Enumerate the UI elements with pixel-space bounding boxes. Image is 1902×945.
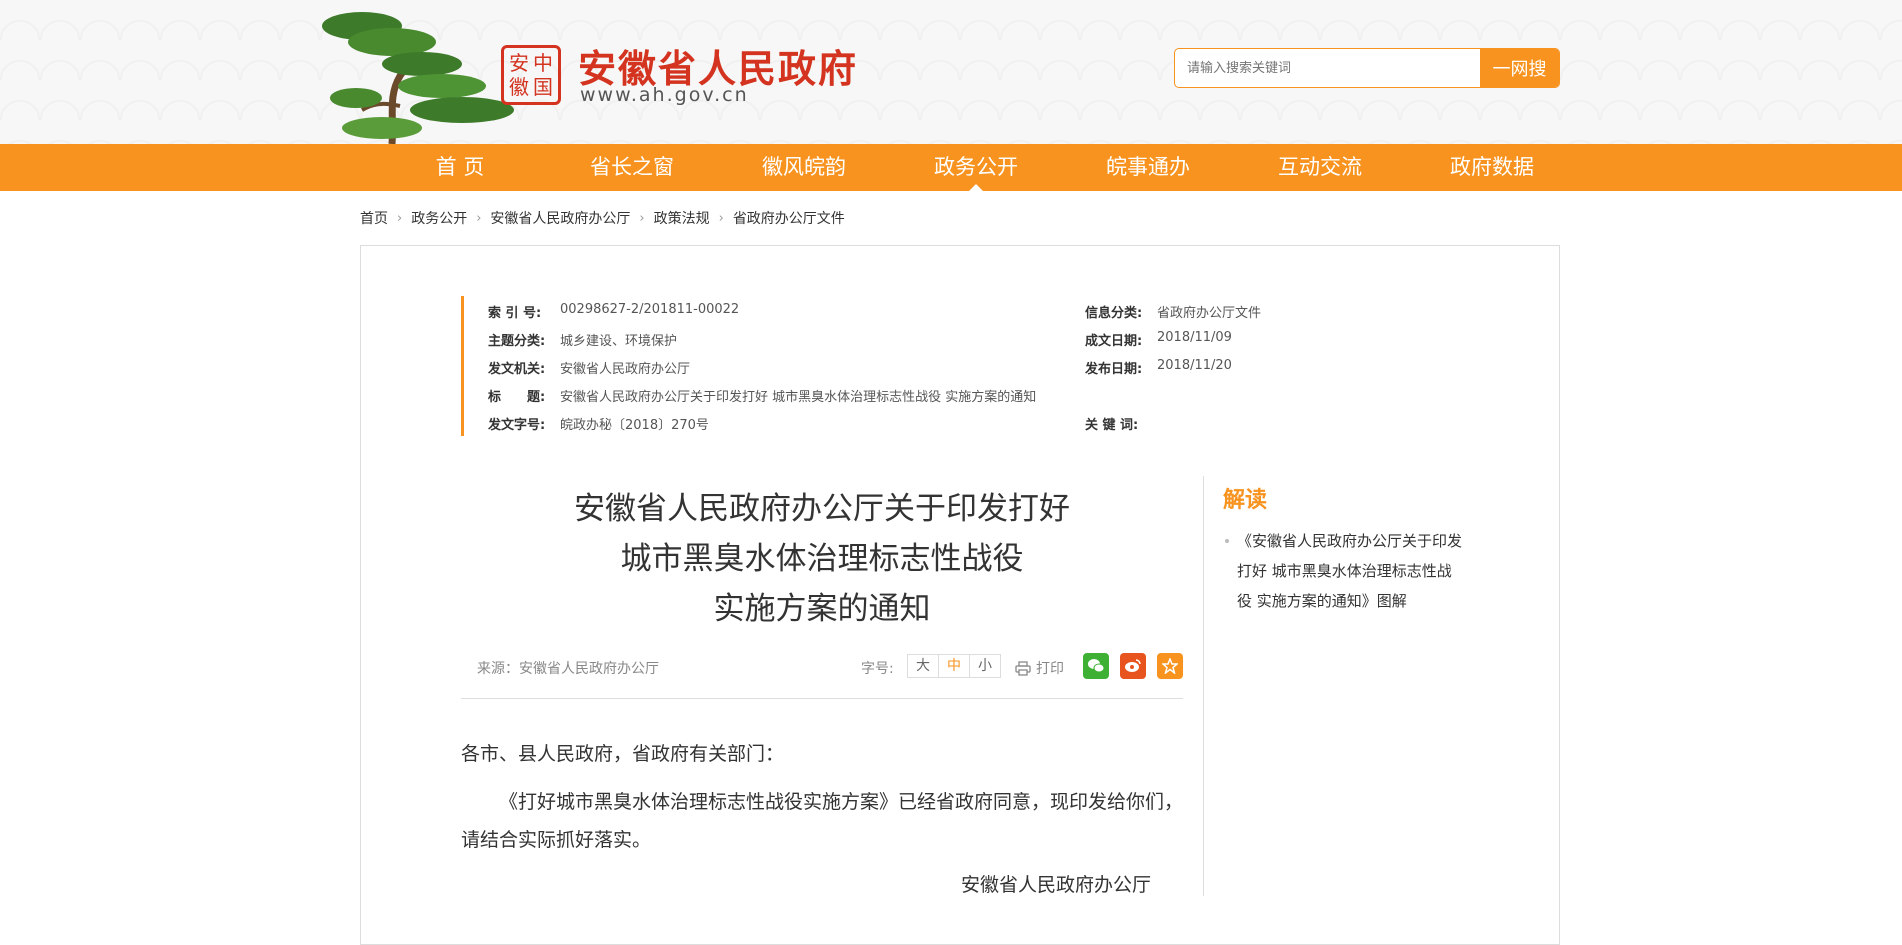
- sidebar-list: 《安徽省人民政府办公厅关于印发打好 城市黑臭水体治理标志性战役 实施方案的通知》…: [1223, 526, 1463, 616]
- seal-char: 国: [533, 75, 553, 99]
- print-label: 打印: [1036, 661, 1064, 677]
- chevron-right-icon: ›: [476, 210, 482, 226]
- article-title-line: 城市黑臭水体治理标志性战役: [620, 541, 1024, 577]
- chevron-right-icon: ›: [639, 210, 645, 226]
- meta-category-value: 省政府办公厅文件: [1157, 306, 1262, 321]
- ahgov-seal-logo: 安 中 徽 国: [501, 45, 561, 105]
- favorite-star-icon[interactable]: [1157, 653, 1183, 679]
- meta-label: 标 题:: [488, 390, 546, 405]
- meta-label: 主题分类:: [488, 334, 546, 349]
- font-size-small-button[interactable]: 小: [970, 655, 1000, 677]
- column-divider: [1203, 476, 1204, 896]
- seal-char: 安: [509, 51, 529, 75]
- article-salutation: 各市、县人民政府，省政府有关部门：: [461, 743, 785, 765]
- meta-label: 发文机关:: [488, 362, 546, 377]
- font-size-large-button[interactable]: 大: [908, 655, 939, 677]
- meta-label: 发布日期:: [1085, 362, 1143, 377]
- font-size-medium-button[interactable]: 中: [939, 655, 970, 677]
- meta-label: 关 键 词:: [1085, 418, 1139, 433]
- meta-label: 信息分类:: [1085, 306, 1143, 321]
- meta-label: 成文日期:: [1085, 334, 1143, 349]
- main-nav: 首 页 省长之窗 徽风皖韵 政务公开 皖事通办 互动交流 政府数据: [0, 144, 1902, 191]
- nav-item-home[interactable]: 首 页: [374, 144, 546, 191]
- article-signature: 安徽省人民政府办公厅: [961, 874, 1152, 896]
- nav-item-data[interactable]: 政府数据: [1406, 144, 1578, 191]
- sidebar-title: 解读: [1223, 488, 1268, 513]
- meta-index-value: 00298627-2/201811-00022: [560, 302, 740, 317]
- article-title: 安徽省人民政府办公厅关于印发打好 城市黑臭水体治理标志性战役 实施方案的通知: [461, 484, 1183, 634]
- document-meta: 索 引 号: 00298627-2/201811-00022 信息分类: 省政府…: [461, 296, 1264, 436]
- breadcrumb-office[interactable]: 安徽省人民政府办公厅: [490, 208, 630, 228]
- meta-published-value: 2018/11/20: [1157, 358, 1232, 373]
- seal-char: 徽: [509, 75, 529, 99]
- meta-title-value: 安徽省人民政府办公厅关于印发打好 城市黑臭水体治理标志性战役 实施方案的通知: [560, 390, 1037, 405]
- site-header: 安 中 徽 国 安徽省人民政府 www.ah.gov.cn 一网搜: [0, 0, 1902, 144]
- site-url: www.ah.gov.cn: [580, 84, 749, 106]
- wechat-share-icon[interactable]: [1083, 653, 1109, 679]
- breadcrumb-policy[interactable]: 政策法规: [654, 208, 710, 228]
- search-button[interactable]: 一网搜: [1480, 49, 1559, 87]
- article-title-line: 安徽省人民政府办公厅关于印发打好: [574, 491, 1070, 527]
- article-paragraph: 《打好城市黑臭水体治理标志性战役实施方案》已经省政府同意，现印发给你们，请结合实…: [461, 791, 1184, 851]
- search-input[interactable]: [1175, 49, 1480, 87]
- font-size-label: 字号:: [861, 661, 894, 677]
- print-button[interactable]: 打印: [1015, 658, 1064, 678]
- welcome-pine-logo: [322, 12, 514, 144]
- chevron-right-icon: ›: [397, 210, 403, 226]
- nav-item-culture[interactable]: 徽风皖韵: [718, 144, 890, 191]
- article-source: 来源：安徽省人民政府办公厅: [477, 661, 659, 677]
- nav-item-gov-affairs[interactable]: 政务公开: [890, 144, 1062, 191]
- chevron-right-icon: ›: [718, 210, 724, 226]
- article-body: 各市、县人民政府，省政府有关部门： 《打好城市黑臭水体治理标志性战役实施方案》已…: [461, 735, 1183, 869]
- font-size-switcher: 大 中 小: [907, 654, 1001, 678]
- article-title-line: 实施方案的通知: [713, 591, 931, 627]
- meta-topic-value: 城乡建设、环境保护: [560, 334, 678, 349]
- meta-created-value: 2018/11/09: [1157, 330, 1232, 345]
- printer-icon: [1015, 660, 1031, 676]
- meta-label: 发文字号:: [488, 418, 546, 433]
- article-toolbar: 来源：安徽省人民政府办公厅 字号: 大 中 小 打印: [461, 650, 1183, 699]
- breadcrumb-home[interactable]: 首页: [360, 208, 388, 228]
- breadcrumb: 首页 › 政务公开 › 安徽省人民政府办公厅 › 政策法规 › 省政府办公厅文件: [360, 208, 845, 228]
- search-box: 一网搜: [1174, 48, 1560, 88]
- breadcrumb-gov-affairs[interactable]: 政务公开: [411, 208, 467, 228]
- weibo-share-icon[interactable]: [1120, 653, 1146, 679]
- nav-item-governor[interactable]: 省长之窗: [546, 144, 718, 191]
- meta-doc-no-value: 皖政办秘〔2018〕270号: [560, 418, 709, 433]
- nav-item-services[interactable]: 皖事通办: [1062, 144, 1234, 191]
- sidebar-item-interpretation[interactable]: 《安徽省人民政府办公厅关于印发打好 城市黑臭水体治理标志性战役 实施方案的通知》…: [1223, 526, 1463, 616]
- nav-item-interaction[interactable]: 互动交流: [1234, 144, 1406, 191]
- meta-label: 索 引 号:: [488, 306, 542, 321]
- meta-issuer-value: 安徽省人民政府办公厅: [560, 362, 691, 377]
- seal-char: 中: [533, 51, 553, 75]
- breadcrumb-office-files[interactable]: 省政府办公厅文件: [733, 208, 845, 228]
